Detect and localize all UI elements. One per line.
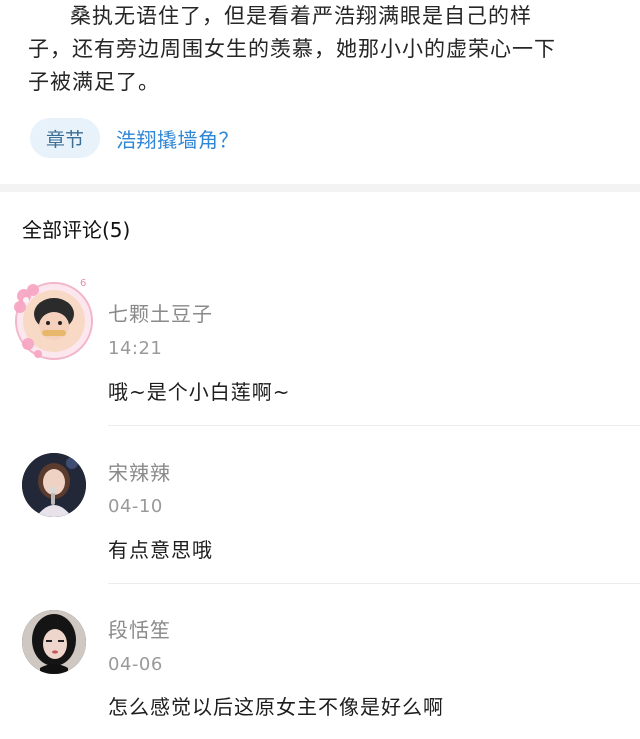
chapter-tag: 章节 bbox=[30, 118, 100, 158]
avatar-girl-dark-hair-icon bbox=[22, 610, 86, 674]
avatar[interactable] bbox=[22, 453, 86, 517]
comment-author[interactable]: 七颗土豆子 bbox=[108, 298, 213, 327]
story-line-3: 子被满足了。 bbox=[28, 70, 160, 94]
comment-text: 怎么感觉以后这原女主不像是好么啊 bbox=[108, 695, 444, 719]
comment-author[interactable]: 宋辣辣 bbox=[108, 457, 171, 486]
story-text: 桑执无语住了，但是看着严浩翔满眼是自己的样 子，还有旁边周围女生的羡慕，她那小小… bbox=[28, 0, 618, 99]
comment-author[interactable]: 段恬笙 bbox=[108, 614, 171, 643]
chapter-row: 章节 浩翔撬墙角？ bbox=[30, 118, 239, 158]
section-divider bbox=[0, 184, 640, 192]
comment-divider bbox=[108, 425, 640, 426]
comment-text: 有点意思哦 bbox=[108, 538, 213, 562]
comment-divider bbox=[108, 583, 640, 584]
comments-header: 全部评论(5) bbox=[22, 218, 131, 242]
svg-text:6: 6 bbox=[80, 278, 86, 289]
avatar-flower-frame-icon: 6 bbox=[14, 278, 93, 360]
comment-text: 哦~是个小白莲啊~ bbox=[108, 380, 291, 404]
chapter-link[interactable]: 浩翔撬墙角？ bbox=[116, 124, 239, 153]
avatar-girl-microphone-icon bbox=[22, 453, 86, 517]
avatar[interactable] bbox=[22, 610, 86, 674]
story-line-1: 桑执无语住了，但是看着严浩翔满眼是自己的样 bbox=[70, 4, 532, 28]
story-line-2: 子，还有旁边周围女生的羡慕，她那小小的虚荣心一下 bbox=[28, 37, 556, 61]
comment-time: 14:21 bbox=[108, 338, 163, 359]
comment-time: 04-06 bbox=[108, 654, 163, 675]
reader-page: 桑执无语住了，但是看着严浩翔满眼是自己的样 子，还有旁边周围女生的羡慕，她那小小… bbox=[0, 0, 640, 739]
comment-time: 04-10 bbox=[108, 496, 163, 517]
